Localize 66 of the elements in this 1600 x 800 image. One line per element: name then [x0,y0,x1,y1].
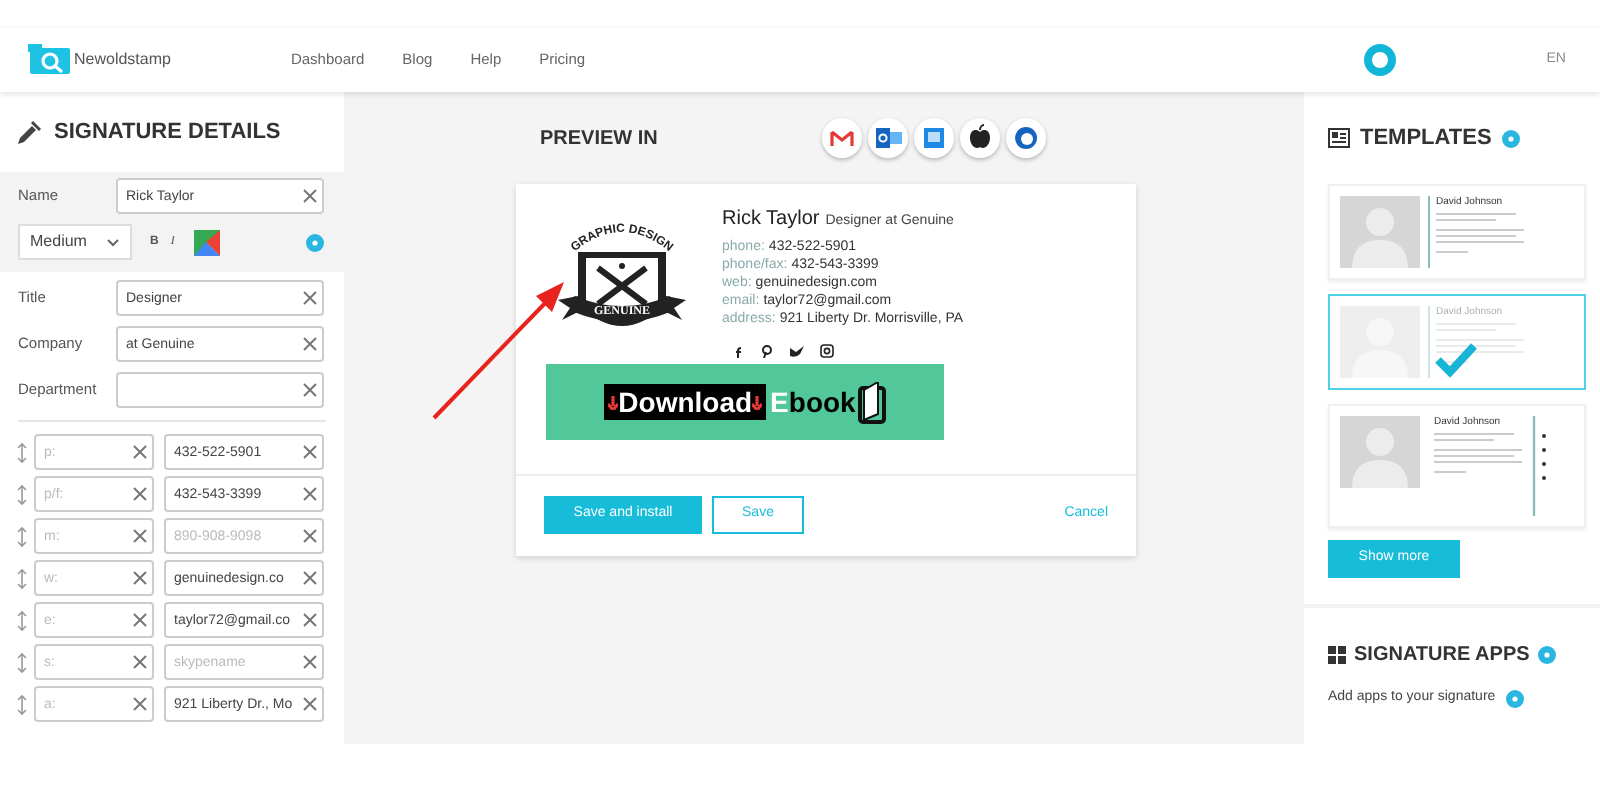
drag-handle-icon[interactable] [16,441,28,463]
clear-icon[interactable] [300,186,320,206]
facebook-icon[interactable] [730,344,744,358]
clear-icon[interactable] [130,484,150,504]
avatar-placeholder [1340,416,1420,488]
clear-icon[interactable] [130,652,150,672]
download-arrow-icon [608,395,619,409]
chevron-icon [106,237,120,247]
clear-icon[interactable] [130,526,150,546]
apple-icon[interactable] [959,118,1000,158]
clear-icon[interactable] [300,652,320,672]
checkmark-icon [1434,340,1478,378]
templates-icon [1328,128,1350,148]
section-title: SIGNATURE APPS [1354,642,1530,670]
instagram-icon[interactable] [820,344,834,358]
banner-text: Download [618,386,753,418]
banner-text: Ebook [770,383,856,421]
download-arrow-icon [752,395,763,409]
clear-icon[interactable] [300,568,320,588]
drag-handle-icon[interactable] [16,525,28,547]
clear-icon[interactable] [300,484,320,504]
color-picker[interactable] [194,229,221,255]
clear-icon[interactable] [300,610,320,630]
clear-icon[interactable] [300,694,320,714]
gmail-icon[interactable] [821,118,862,158]
profile-icon[interactable] [1364,44,1397,76]
logo-text[interactable]: Newoldstamp [74,48,171,72]
outlook-icon[interactable] [867,118,908,158]
download-banner[interactable]: Download Ebook [546,364,944,440]
clear-icon[interactable] [130,610,150,630]
drag-handle-icon[interactable] [16,567,28,589]
drag-handle-icon[interactable] [16,693,28,715]
mail-app-icon[interactable] [913,118,954,158]
clear-icon[interactable] [130,694,150,714]
social-column-drawing [1532,416,1548,516]
grid-icon [1328,646,1346,664]
help-icon[interactable] [1537,646,1556,664]
section-title: TEMPLATES [1360,123,1492,154]
clear-icon[interactable] [300,334,320,354]
drag-handle-icon[interactable] [16,483,28,505]
clear-icon[interactable] [300,380,320,400]
size-dropdown[interactable]: Medium [18,224,132,260]
thunderbird-icon[interactable] [1005,118,1046,158]
drag-handle-icon[interactable] [16,609,28,631]
text-lines-drawing [1436,322,1524,366]
clear-icon[interactable] [300,288,320,308]
text-lines-drawing [1434,432,1522,476]
pinterest-icon[interactable] [760,344,774,358]
preview-title: PREVIEW IN [540,125,658,153]
pen-icon [18,120,42,144]
help-icon[interactable] [306,233,324,251]
twitter-icon[interactable] [790,344,804,358]
drag-handle-icon[interactable] [16,651,28,673]
help-icon[interactable] [1501,129,1520,147]
clear-icon[interactable] [130,568,150,588]
signature-name: Rick Taylor [722,208,820,232]
text-field[interactable] [116,372,324,408]
help-icon[interactable] [1505,689,1524,708]
annotation-arrow [432,282,564,420]
text-lines-drawing [1436,212,1524,256]
section-title: SIGNATURE DETAILS [54,117,281,148]
clear-icon[interactable] [300,442,320,462]
book-icon [857,381,886,423]
clear-icon[interactable] [130,442,150,462]
avatar-placeholder [1340,196,1420,268]
clear-icon[interactable] [300,526,320,546]
